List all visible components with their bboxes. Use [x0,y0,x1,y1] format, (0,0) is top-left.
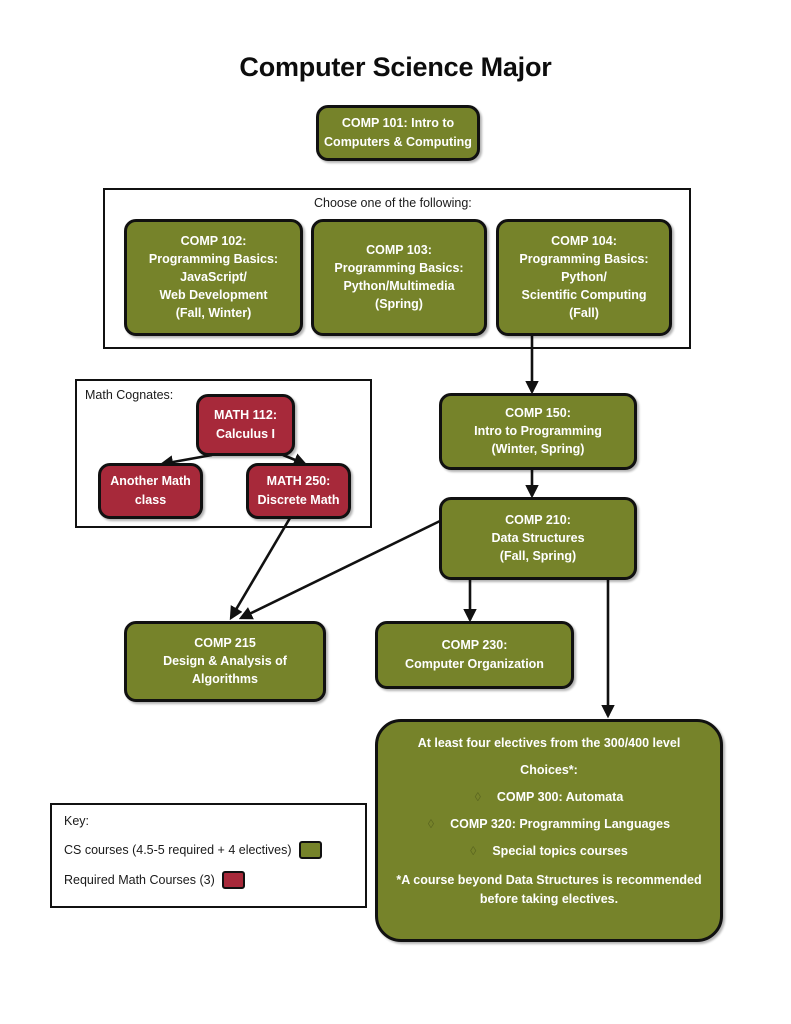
comp102-line-3: JavaScript/ [180,269,247,284]
comp103-line-3: Python/Multimedia [343,279,455,293]
comp210-line-3: (Fall, Spring) [499,549,577,564]
key-swatch-cs-icon [298,841,322,859]
mathother-line-1: Another Math [110,474,191,489]
diamond-bullet-icon: ◊ [470,844,477,858]
elective-choice-1-label: COMP 300: Automata [496,790,624,804]
course-box-math250[interactable]: MATH 250: Discrete Math [246,463,351,519]
comp150-line-2: Intro to Programming [474,423,602,438]
electives-heading: At least four electives from the 300/400… [417,736,681,750]
comp215-line-2: Design & Analysis of [163,653,287,668]
course-box-comp215[interactable]: COMP 215 Design & Analysis of Algorithms [124,621,326,702]
math250-line-1: MATH 250: [266,474,331,489]
elective-choice-1: ◊ COMP 300: Automata [475,790,624,804]
electives-note-line-1: *A course beyond Data Structures is reco… [396,873,702,887]
key-title: Key: [64,814,90,828]
course-box-comp104[interactable]: COMP 104: Programming Basics: Python/ Sc… [496,219,672,336]
diamond-bullet-icon: ◊ [427,817,435,831]
comp104-line-2: Programming Basics: [519,251,649,266]
page-title: Computer Science Major [239,52,552,82]
comp103-line-1: COMP 103: [366,242,432,257]
edge-math250-comp215 [229,517,292,621]
comp101-line-1: COMP 101: Intro to [341,116,455,131]
comp215-line-3: Algorithms [192,672,258,687]
comp102-line-1: COMP 102: [180,233,247,248]
comp104-line-1: COMP 104: [551,233,617,248]
comp215-line-1: COMP 215 [194,635,256,650]
elective-choice-3-label: Special topics courses [492,844,628,858]
edge-comp210-comp215 [238,519,441,620]
math112-line-2: Calculus I [215,426,276,441]
mathother-line-2: class [134,492,167,507]
key-swatch-math-icon [221,871,245,889]
comp150-line-1: COMP 150: [505,405,571,420]
comp104-line-5: (Fall) [569,306,599,321]
electives-box[interactable]: At least four electives from the 300/400… [375,719,723,942]
math112-line-1: MATH 112: [214,408,277,423]
group-label-math-cognates: Math Cognates: [85,388,174,402]
group-label-choose-one: Choose one of the following: [314,196,472,210]
key-row-math: Required Math Courses (3) [64,871,353,889]
comp101-line-2: Computers & Computing [324,134,472,149]
key-label-cs: CS courses (4.5-5 required + 4 electives… [64,843,292,857]
course-box-math112[interactable]: MATH 112: Calculus I [196,394,295,456]
comp210-line-2: Data Structures [491,530,585,545]
comp103-line-4: (Spring) [375,297,423,312]
electives-note-line-2: before taking electives. [479,892,619,907]
comp102-line-2: Programming Basics: [148,251,279,266]
course-box-comp150[interactable]: COMP 150: Intro to Programming (Winter, … [439,393,637,470]
comp103-line-2: Programming Basics: [334,260,464,275]
comp102-line-4: Web Development [159,288,268,303]
course-box-another-math-class[interactable]: Another Math class [98,463,203,519]
comp104-line-4: Scientific Computing [521,288,647,303]
electives-choices-label: Choices*: [520,763,578,777]
comp104-line-3: Python/ [561,269,607,284]
electives-note: *A course beyond Data Structures is reco… [396,871,701,910]
comp210-line-1: COMP 210: [505,512,571,527]
course-box-comp103[interactable]: COMP 103: Programming Basics: Python/Mul… [311,219,487,336]
elective-choice-2: ◊ COMP 320: Programming Languages [428,817,670,831]
comp230-line-2: Computer Organization [405,656,544,671]
course-box-comp210[interactable]: COMP 210: Data Structures (Fall, Spring) [439,497,637,580]
diagram-canvas: Computer Science Major COMP 101: Intro t… [0,0,791,1024]
elective-choice-3: ◊ Special topics courses [470,844,628,858]
course-box-comp102[interactable]: COMP 102: Programming Basics: JavaScript… [124,219,303,336]
key-label-math: Required Math Courses (3) [64,873,215,887]
diamond-bullet-icon: ◊ [474,790,481,804]
elective-choice-2-label: COMP 320: Programming Languages [450,817,671,831]
comp230-line-1: COMP 230: [441,638,508,653]
comp102-line-5: (Fall, Winter) [175,306,252,321]
math250-line-2: Discrete Math [257,492,340,507]
comp150-line-3: (Winter, Spring) [491,442,585,457]
key-legend: Key: CS courses (4.5-5 required + 4 elec… [50,803,367,908]
key-row-cs: CS courses (4.5-5 required + 4 electives… [64,841,353,859]
course-box-comp230[interactable]: COMP 230: Computer Organization [375,621,574,689]
course-box-comp101[interactable]: COMP 101: Intro to Computers & Computing [316,105,480,161]
